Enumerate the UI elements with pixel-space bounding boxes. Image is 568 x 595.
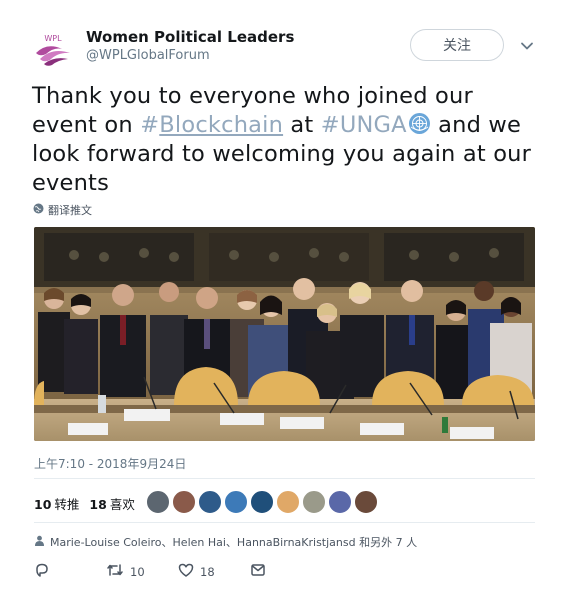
tweet-card: WPL Women Political Leaders @WPLGlobalFo…: [0, 0, 568, 595]
tweet-text-part2: at: [283, 112, 321, 138]
tweet-stats: 10 转推 18 喜欢: [34, 494, 135, 513]
likes-label: 喜欢: [109, 497, 135, 512]
like-count: 18: [200, 564, 215, 579]
translate-tweet-link[interactable]: 翻译推文: [33, 202, 92, 218]
globe-icon: [33, 203, 44, 217]
account-handle[interactable]: @WPLGlobalForum: [86, 48, 210, 63]
liked-by-text: Marie-Louise Coleiro、Helen Hai、HannaBirn…: [50, 536, 418, 549]
liker-avatar[interactable]: [198, 490, 222, 514]
liker-avatar[interactable]: [354, 490, 378, 514]
liker-avatar[interactable]: [276, 490, 300, 514]
retweet-button[interactable]: 10: [106, 562, 145, 581]
direct-message-button[interactable]: [250, 562, 266, 581]
liker-avatar[interactable]: [328, 490, 352, 514]
liker-avatar[interactable]: [250, 490, 274, 514]
retweets-stat[interactable]: 10 转推: [34, 494, 79, 513]
liked-by-summary[interactable]: Marie-Louise Coleiro、Helen Hai、HannaBirn…: [34, 534, 417, 550]
heart-icon: [178, 562, 194, 581]
like-button[interactable]: 18: [178, 562, 215, 581]
hashtag-blockchain-symbol: #: [140, 112, 160, 138]
likes-stat[interactable]: 18 喜欢: [89, 494, 134, 513]
likers-avatars: [146, 490, 378, 514]
dm-icon: [250, 562, 266, 581]
liker-avatar[interactable]: [172, 490, 196, 514]
divider-top: [34, 478, 535, 479]
hashtag-blockchain-word: Blockchain: [159, 112, 284, 138]
likes-count: 18: [89, 497, 107, 512]
follow-button[interactable]: 关注: [410, 29, 504, 61]
reply-button[interactable]: [34, 562, 56, 581]
hashtag-unga[interactable]: #UNGA: [321, 112, 407, 138]
tweet-text: Thank you to everyone who joined our eve…: [32, 82, 542, 198]
translate-label: 翻译推文: [48, 204, 92, 217]
retweet-icon: [106, 562, 124, 581]
retweet-count: 10: [130, 564, 145, 579]
account-avatar[interactable]: WPL: [32, 27, 74, 69]
retweets-label: 转推: [54, 497, 80, 512]
tweet-timestamp[interactable]: 上午7:10 - 2018年9月24日: [34, 455, 186, 472]
retweets-count: 10: [34, 497, 52, 512]
event-group-photo: [34, 227, 535, 441]
liker-avatar[interactable]: [146, 490, 170, 514]
caret-down-icon[interactable]: [519, 38, 535, 54]
hashtag-blockchain[interactable]: #Blockchain: [140, 112, 283, 138]
avatar-logo-text: WPL: [44, 34, 62, 43]
divider-middle: [34, 522, 535, 523]
account-name[interactable]: Women Political Leaders: [86, 28, 294, 46]
reply-icon: [34, 562, 50, 581]
liker-avatar[interactable]: [302, 490, 326, 514]
tweet-photo[interactable]: [34, 227, 535, 441]
un-emblem-icon: [408, 112, 431, 135]
person-icon: [34, 535, 45, 549]
liker-avatar[interactable]: [224, 490, 248, 514]
